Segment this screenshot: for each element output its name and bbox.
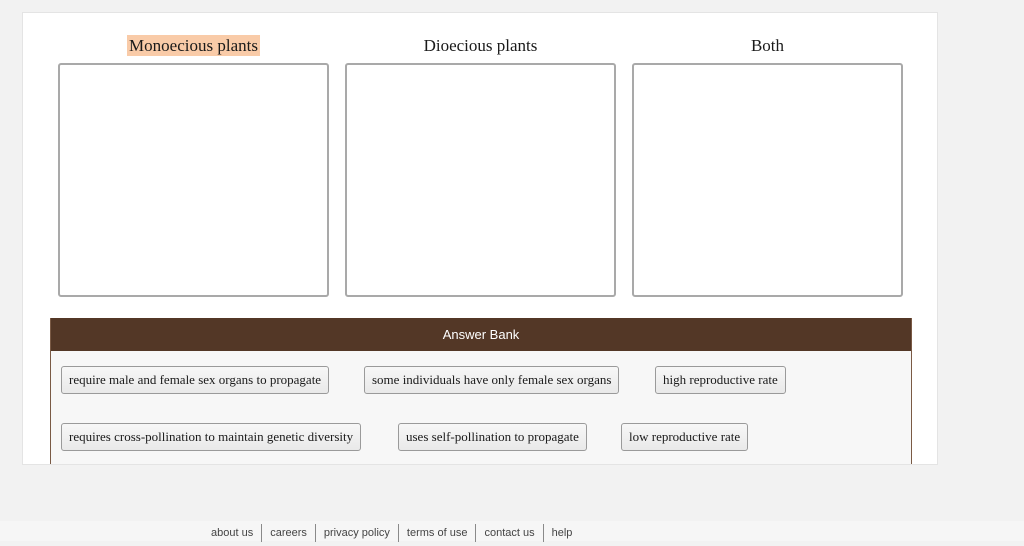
column-title-both: Both [632,33,903,59]
column-title-monoecious: Monoecious plants [58,33,329,59]
footer-link-privacy[interactable]: privacy policy [316,524,399,542]
footer-link-careers[interactable]: careers [262,524,316,542]
footer-link-about[interactable]: about us [203,524,263,542]
footer-link-terms[interactable]: terms of use [399,524,477,542]
activity-card: Monoecious plants Dioecious plants Both … [22,12,938,465]
footer-links: about us careers privacy policy terms of… [203,523,580,543]
drop-zone-both[interactable] [632,63,903,297]
answer-chip-high-rate[interactable]: high reproductive rate [655,366,786,394]
answer-chip-female-only[interactable]: some individuals have only female sex or… [364,366,620,394]
answer-chip-self-pollination[interactable]: uses self-pollination to propagate [398,423,587,451]
answer-bank: Answer Bank require male and female sex … [50,318,912,464]
drop-zone-dioecious[interactable] [345,63,616,297]
answer-chip-male-female-organs[interactable]: require male and female sex organs to pr… [61,366,330,394]
column-title-dioecious: Dioecious plants [345,33,616,59]
drop-zone-monoecious[interactable] [58,63,329,297]
column-title-both-text: Both [750,36,785,55]
answer-chip-cross-pollination[interactable]: requires cross-pollination to maintain g… [61,423,362,451]
answer-bank-header: Answer Bank [51,318,911,351]
footer-link-help[interactable]: help [544,524,581,542]
footer: about us careers privacy policy terms of… [0,521,1024,543]
answer-chip-low-rate[interactable]: low reproductive rate [621,423,749,451]
footer-link-contact[interactable]: contact us [476,524,544,542]
column-title-dioecious-text: Dioecious plants [423,36,538,55]
column-title-monoecious-text: Monoecious plants [127,35,260,56]
